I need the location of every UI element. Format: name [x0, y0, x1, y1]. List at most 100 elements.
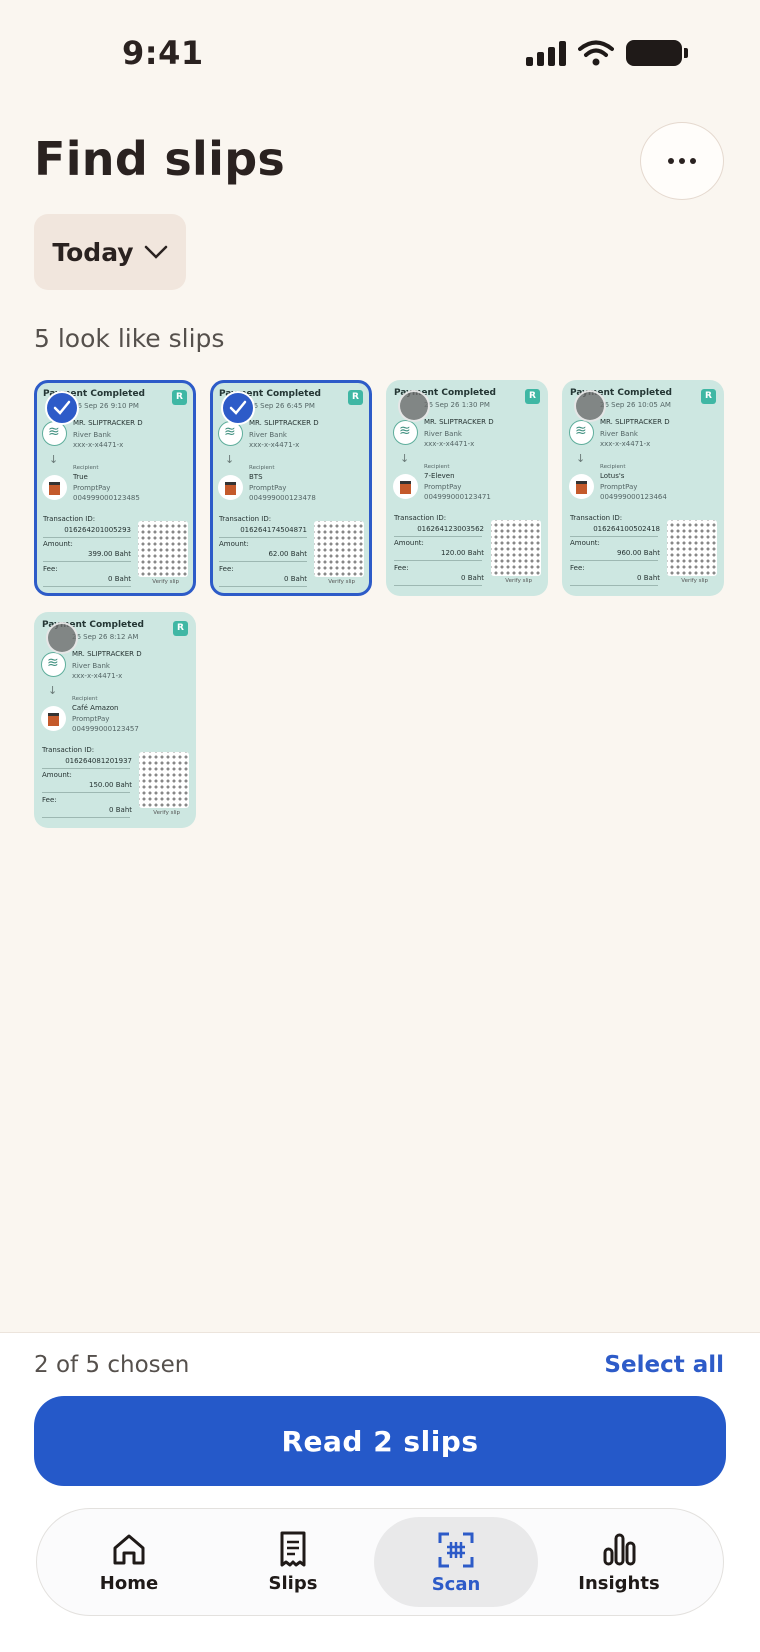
scan-icon — [436, 1530, 476, 1570]
slip-method: PromptPay — [72, 715, 110, 723]
slip-divider — [43, 561, 131, 562]
slip-ref: 004999000123457 — [72, 725, 139, 733]
store-logo-icon — [393, 474, 418, 499]
slip-divider — [570, 536, 658, 537]
slip-txn-id: 016264123003562 — [417, 525, 484, 533]
slip-bank: River Bank — [72, 662, 110, 670]
date-filter-dropdown[interactable]: Today — [34, 214, 186, 290]
slip-badge: R — [701, 389, 716, 404]
slip-sender: MR. SLIPTRACKER D — [249, 419, 319, 427]
slip-ref: 004999000123464 — [600, 493, 667, 501]
slip-time: 26 Sep 26 6:45 PM — [249, 402, 315, 410]
slip-recipient: True — [73, 473, 88, 481]
slip-method: PromptPay — [73, 484, 111, 492]
select-all-button[interactable]: Select all — [604, 1352, 724, 1378]
arrow-down-icon: ↓ — [49, 453, 59, 466]
slip-recipient: Lotus's — [600, 472, 625, 480]
slip-txn-id: 016264201005293 — [64, 526, 131, 534]
slip-thumbnail[interactable]: Payment Completed26 Sep 26 10:05 AMRMR. … — [562, 380, 724, 596]
slip-divider — [42, 768, 130, 769]
qr-code-icon — [139, 752, 189, 808]
slip-fee: 0 Baht — [637, 574, 660, 582]
qr-code-icon — [314, 521, 364, 577]
slip-bank: River Bank — [424, 430, 462, 438]
slip-thumbnail[interactable]: Payment Completed26 Sep 26 8:12 AMRMR. S… — [34, 612, 196, 828]
read-slips-button[interactable]: Read 2 slips — [34, 1396, 726, 1486]
slip-recipient-label: Recipient — [72, 696, 98, 702]
slip-fee-label: Fee: — [394, 564, 409, 572]
slip-divider — [394, 560, 482, 561]
tab-insights[interactable]: Insights — [537, 1509, 701, 1613]
slip-time: 26 Sep 26 1:30 PM — [424, 401, 490, 409]
slip-txn-label: Transaction ID: — [42, 746, 95, 754]
slip-fee-label: Fee: — [43, 565, 58, 573]
slip-bank: River Bank — [249, 431, 287, 439]
slip-fee: 0 Baht — [284, 575, 307, 583]
tab-scan-label: Scan — [431, 1573, 481, 1595]
arrow-down-icon: ↓ — [576, 452, 586, 465]
bank-logo-icon — [41, 652, 66, 677]
more-options-button[interactable] — [640, 122, 724, 200]
slip-badge: R — [348, 390, 363, 405]
slip-amount: 120.00 Baht — [441, 549, 484, 557]
slip-recipient: Café Amazon — [72, 704, 119, 712]
slip-badge: R — [173, 621, 188, 636]
slip-divider — [219, 537, 307, 538]
selected-check-icon[interactable] — [221, 391, 255, 425]
arrow-down-icon: ↓ — [400, 452, 410, 465]
slip-thumbnail[interactable]: Payment Completed26 Sep 26 6:45 PMRMR. S… — [210, 380, 372, 596]
slip-ref: 004999000123478 — [249, 494, 316, 502]
bank-logo-icon — [569, 420, 594, 445]
slip-thumbnail[interactable]: Payment Completed26 Sep 26 9:10 PMRMR. S… — [34, 380, 196, 596]
slip-fee-label: Fee: — [219, 565, 234, 573]
chevron-down-icon — [144, 245, 167, 259]
arrow-down-icon: ↓ — [48, 684, 58, 697]
slip-badge: R — [525, 389, 540, 404]
home-icon — [109, 1529, 149, 1569]
match-count: 5 look like slips — [34, 324, 225, 353]
slip-amount: 150.00 Baht — [89, 781, 132, 789]
bank-logo-icon — [393, 420, 418, 445]
slip-txn-label: Transaction ID: — [219, 515, 272, 523]
ellipsis-icon — [668, 158, 674, 164]
slip-sender: MR. SLIPTRACKER D — [600, 418, 670, 426]
store-logo-icon — [41, 706, 66, 731]
unselected-circle-icon[interactable] — [574, 390, 606, 422]
unselected-circle-icon[interactable] — [398, 390, 430, 422]
tab-scan[interactable]: Scan — [374, 1517, 538, 1607]
slip-recipient: BTS — [249, 473, 263, 481]
slip-sender: MR. SLIPTRACKER D — [72, 650, 142, 658]
slip-divider — [43, 537, 131, 538]
slip-time: 26 Sep 26 8:12 AM — [72, 633, 139, 641]
selected-check-icon[interactable] — [45, 391, 79, 425]
slip-thumbnail[interactable]: Payment Completed26 Sep 26 1:30 PMRMR. S… — [386, 380, 548, 596]
slip-bank: River Bank — [600, 430, 638, 438]
slip-sender: MR. SLIPTRACKER D — [73, 419, 143, 427]
slip-account: xxx-x-x4471-x — [72, 672, 123, 680]
tab-home[interactable]: Home — [47, 1509, 211, 1613]
slip-badge: R — [172, 390, 187, 405]
slip-verify-label: Verify slip — [153, 810, 180, 816]
slip-recipient-label: Recipient — [424, 464, 450, 470]
chosen-count: 2 of 5 chosen — [34, 1352, 190, 1378]
slip-fee-label: Fee: — [570, 564, 585, 572]
ellipsis-dot — [690, 158, 696, 164]
slip-divider — [42, 817, 130, 818]
slip-sender: MR. SLIPTRACKER D — [424, 418, 494, 426]
slip-time: 26 Sep 26 9:10 PM — [73, 402, 139, 410]
tab-bar: Home Slips Scan Insights — [36, 1508, 724, 1616]
unselected-circle-icon[interactable] — [46, 622, 78, 654]
slip-ref: 004999000123471 — [424, 493, 491, 501]
store-logo-icon — [218, 475, 243, 500]
tab-home-label: Home — [99, 1572, 159, 1594]
slip-amount: 399.00 Baht — [88, 550, 131, 558]
ellipsis-dot — [679, 158, 685, 164]
store-logo-icon — [42, 475, 67, 500]
tab-slips[interactable]: Slips — [211, 1509, 375, 1613]
slip-recipient-label: Recipient — [249, 465, 275, 471]
battery-icon — [626, 40, 688, 66]
date-filter-label: Today — [52, 237, 134, 267]
status-icons — [526, 40, 688, 66]
status-time: 9:41 — [122, 34, 204, 72]
slip-divider — [394, 536, 482, 537]
